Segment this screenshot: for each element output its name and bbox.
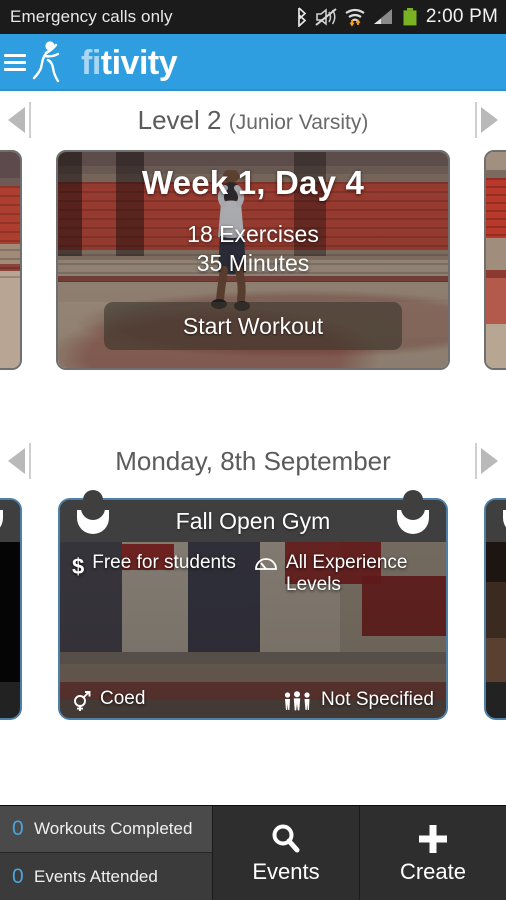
hamburger-line [4,68,26,71]
workout-card-current[interactable]: Week 1, Day 4 18 Exercises 35 Minutes St… [56,150,450,370]
event-card-body: Fall Open Gym $ Free for students All Ex… [58,498,448,720]
level-pager: Level 2 (Junior Varsity) [0,91,506,149]
clip-crescent [77,510,109,534]
coed-icon [74,691,91,711]
tab-create-label: Create [399,859,467,884]
divider [29,102,31,138]
event-clip-icon [0,490,4,540]
chevron-left-icon [8,107,25,133]
workout-exercises: 18 Exercises [187,221,319,247]
chevron-left-icon [8,448,25,474]
app-bar: fitivity [0,34,506,91]
stats-panel: 0 Workouts Completed 0 Events Attended [0,806,212,900]
gauge-icon [255,558,277,570]
clip-knob [83,490,103,512]
tab-events[interactable]: Events [212,806,359,900]
status-icons [295,7,418,27]
dollar-icon: $ [72,554,85,579]
event-detail-area: $ Free for students All Experience Level… [60,542,446,718]
chevron-right-icon [481,107,498,133]
divider [475,443,477,479]
workout-card-next[interactable] [484,150,506,370]
logo-tivity: tivity [100,43,178,82]
stat-label: Events Attended [34,866,158,886]
chevron-right-icon [481,448,498,474]
event-info: $ Free for students All Experience Level… [60,542,446,718]
stat-events-attended[interactable]: 0 Events Attended [0,853,212,900]
hamburger-line [4,54,26,57]
tab-create[interactable]: Create [359,806,506,900]
workout-card-previous[interactable] [0,150,22,370]
workout-card-image [0,152,20,368]
mute-icon [315,8,337,26]
level-title-main: Level 2 [137,104,222,135]
event-card-current[interactable]: Fall Open Gym $ Free for students All Ex… [58,490,448,720]
bluetooth-icon [297,7,307,27]
stat-count: 0 [12,817,24,840]
divider [475,102,477,138]
event-experience-label: All Experience Levels [286,552,408,596]
clip-crescent [0,510,3,534]
workout-card-image [486,152,506,368]
people-group-icon [284,690,310,711]
event-title: Fall Open Gym [175,507,331,534]
carrier-label: Emergency calls only [10,7,173,26]
bottom-bar: 0 Workouts Completed 0 Events Attended E… [0,805,506,900]
stat-workouts-completed[interactable]: 0 Workouts Completed [0,806,212,853]
event-card-previous[interactable]: ls Up [0,498,22,720]
event-info-top-row: $ Free for students All Experience Level… [72,552,434,597]
event-card-image [486,542,506,682]
event-group-label: Not Specified [320,688,434,710]
event-gender: Coed [72,688,145,712]
event-card-next[interactable] [484,498,506,720]
event-price: $ Free for students [72,552,236,580]
event-info-bottom-row: Coed Not Specified [72,688,434,712]
clip-crescent [397,510,429,534]
workout-carousel[interactable]: Week 1, Day 4 18 Exercises 35 Minutes St… [0,150,506,378]
logo-fi: fi [81,43,101,82]
level-title-sub: (Junior Varsity) [228,110,369,134]
divider [29,443,31,479]
level-title: Level 2 (Junior Varsity) [60,105,446,136]
event-clip-icon [502,490,506,540]
workout-card-content: Week 1, Day 4 18 Exercises 35 Minutes St… [58,152,448,368]
date-pager: Monday, 8th September [0,432,506,490]
hamburger-menu-icon[interactable] [4,54,26,71]
tab-events-label: Events [252,859,320,884]
workout-duration: 35 Minutes [196,250,310,277]
event-carousel[interactable]: ls Up Fall Open Gym $ Free for students [0,490,506,730]
event-clip-icon [76,490,110,540]
start-workout-button[interactable]: Start Workout [104,302,402,350]
date-title: Monday, 8th September [115,445,391,476]
event-clip-icon [396,490,430,540]
wifi-icon [345,8,365,27]
signal-icon [373,9,392,24]
status-bar: Emergency calls only 2:00 PM [0,0,506,34]
date-next-button[interactable] [446,432,506,490]
battery-icon [403,8,417,26]
search-icon [272,824,300,853]
stat-label: Workouts Completed [34,819,193,838]
workout-title: Week 1, Day 4 [141,164,365,201]
app-logo: fitivity [81,43,178,82]
basketball-player-icon [32,40,60,82]
clip-knob [403,490,423,512]
event-group: Not Specified [283,689,434,711]
event-card-image [0,542,20,682]
level-next-button[interactable] [446,91,506,149]
plus-icon [419,825,447,853]
workout-details: 18 Exercises 35 Minutes [187,220,319,279]
hamburger-line [4,61,26,64]
event-price-label: Free for students [92,552,236,573]
level-prev-button[interactable] [0,91,60,149]
event-gender-label: Coed [100,688,146,709]
status-clock: 2:00 PM [425,6,498,27]
stat-count: 0 [12,864,24,888]
date-prev-button[interactable] [0,432,60,490]
event-header: Fall Open Gym [60,500,446,542]
event-experience: All Experience Levels [254,552,434,597]
